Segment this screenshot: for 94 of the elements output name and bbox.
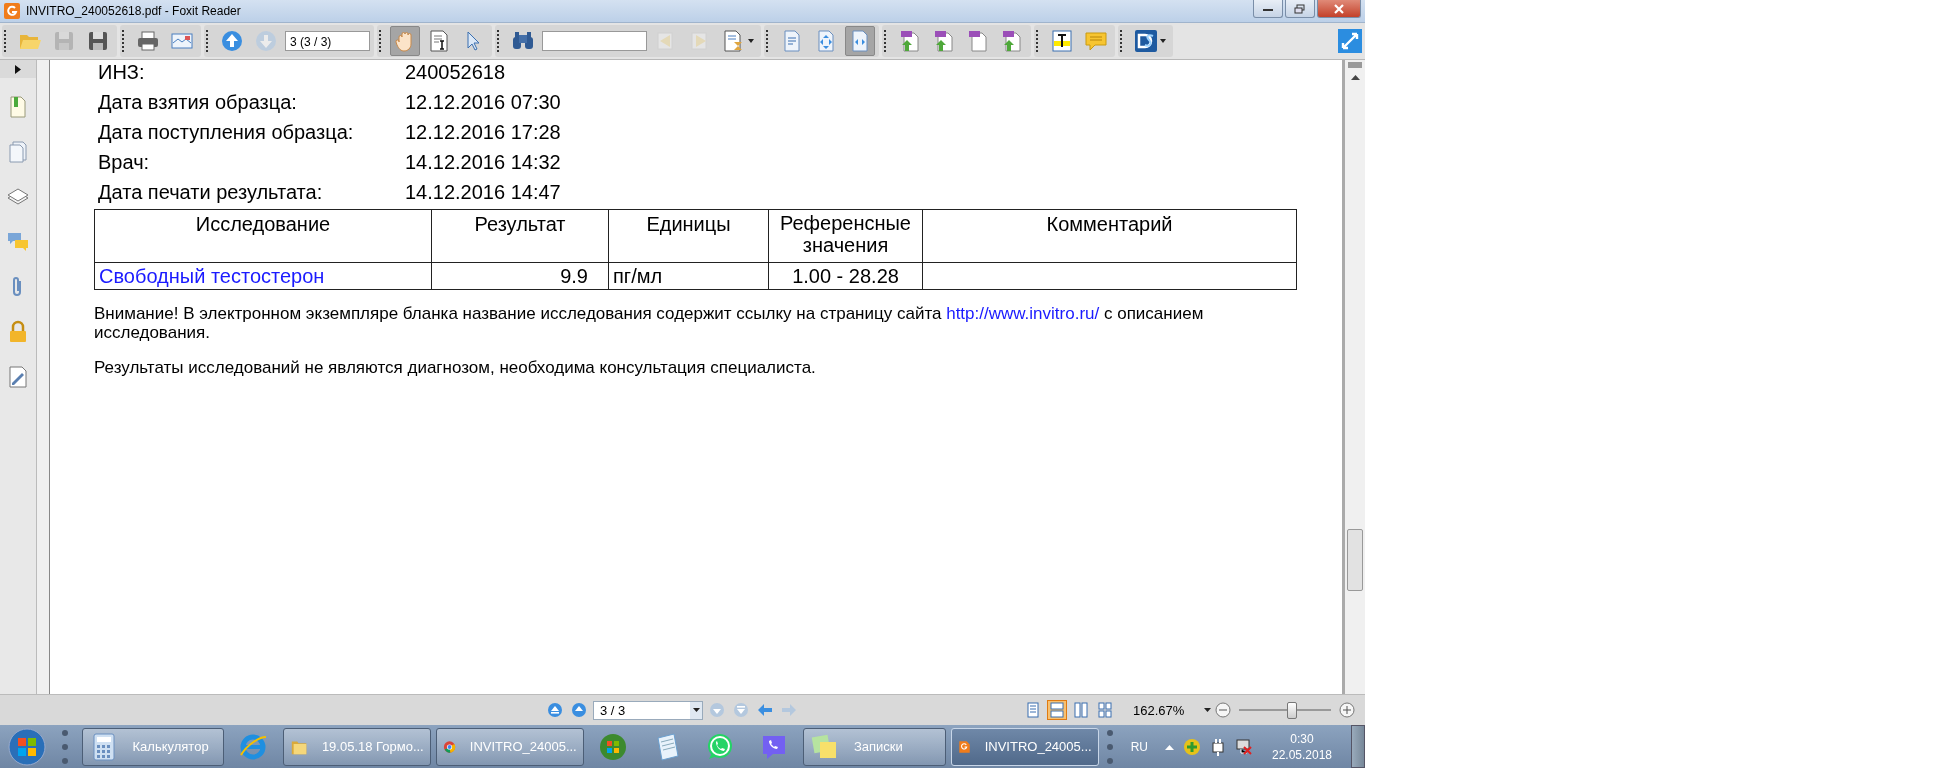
caret-icon (748, 39, 754, 43)
caret-icon (1204, 708, 1212, 712)
facing-pages-icon (1073, 702, 1089, 718)
arrow-up-circle-icon (571, 702, 587, 718)
speech-bubble-icon (1084, 29, 1108, 53)
pdf-document-icon (966, 29, 990, 53)
search-field[interactable] (542, 31, 647, 51)
taskbar-button[interactable]: 19.05.18 Гормо... (282, 727, 431, 766)
pdf-document-icon (898, 29, 922, 53)
first-page-button[interactable] (545, 700, 565, 720)
field-label: Дата печати результата: (98, 180, 323, 205)
minimize-button[interactable] (1253, 0, 1283, 18)
scrollbar-thumb[interactable] (1347, 529, 1363, 591)
table-cell: 1.00 - 28.28 (768, 262, 923, 290)
taskbar-button[interactable]: Записки (803, 727, 946, 766)
show-hidden-icons-icon[interactable] (1164, 743, 1174, 750)
close-icon (1333, 3, 1345, 14)
taskbar-button[interactable]: INVITRO_24005... (435, 727, 584, 766)
text-cursor-document-icon (427, 29, 451, 53)
column-header: Исследование (94, 209, 432, 263)
previous-page-button[interactable] (569, 700, 589, 720)
column-header: Единицы (608, 209, 769, 263)
last-page-icon (733, 702, 749, 718)
table-cell: пг/мл (608, 262, 769, 290)
split-handle-icon[interactable] (1348, 62, 1362, 68)
page-number-field[interactable]: 3 / 3 (593, 700, 703, 720)
power-plug-icon[interactable] (1209, 737, 1226, 756)
plus-badge-icon[interactable] (1182, 737, 1201, 756)
field-label: ИНЗ: (98, 60, 145, 85)
pages-icon[interactable] (6, 140, 30, 164)
website-link[interactable]: http://www.invitro.ru/ (946, 304, 1100, 323)
grid-pages-icon (1097, 702, 1113, 718)
page-number-field[interactable]: 3 (3 / 3) (285, 31, 370, 51)
notice-text: Внимание! В электронном экземпляре бланка название исследования содержит ссылку на страницу сайта http://www.invitro.ru/ с описанием исследования. (94, 304, 1205, 342)
field-value: 12.12.2016 17:28 (405, 120, 561, 145)
app-logo-icon (1134, 29, 1158, 53)
arrow-down-circle-icon (709, 702, 725, 718)
test-name-link[interactable]: Свободный тестостерон (94, 262, 432, 290)
show-desktop-button[interactable] (1351, 725, 1366, 768)
input-language[interactable]: RU (1130, 739, 1148, 754)
field-value: 14.12.2016 14:47 (405, 180, 561, 205)
clock-date: 22.05.2018 (1271, 746, 1333, 763)
zoom-slider[interactable] (1239, 701, 1332, 719)
facing-button[interactable] (1071, 700, 1091, 720)
zoom-dropdown-button[interactable] (1204, 708, 1212, 712)
page-dropdown-button[interactable] (690, 701, 702, 719)
field-label: Врач: (98, 150, 150, 175)
column-header: Референсные значения (768, 209, 923, 263)
scroll-up-icon[interactable] (1350, 74, 1360, 80)
zoom-level: 162.67% (1133, 702, 1185, 718)
windows-logo-icon (6, 726, 47, 767)
pdf-document-icon (932, 29, 956, 53)
printer-icon (136, 29, 160, 53)
first-page-icon (547, 702, 563, 718)
field-value: 12.12.2016 07:30 (405, 90, 561, 115)
continuous-facing-button[interactable] (1095, 700, 1115, 720)
notice-text: Результаты исследований не являются диагнозом, необходима консультация специалиста. (94, 358, 817, 377)
taskbar-button[interactable]: INVITRO_24005... (950, 727, 1099, 766)
arrow-up-circle-icon (220, 29, 244, 53)
arrow-down-circle-icon (254, 29, 278, 53)
right-arrow-icon (781, 702, 797, 718)
table-cell: 9.9 (431, 262, 609, 290)
restore-icon (1294, 3, 1306, 14)
fit-width-button[interactable] (845, 26, 875, 56)
text-tool-icon (1050, 29, 1074, 53)
continuous-button[interactable] (1047, 700, 1067, 720)
triangle-right-icon (15, 64, 21, 74)
signature-icon[interactable] (6, 365, 30, 389)
column-header: Комментарий (922, 209, 1297, 263)
caret-icon (692, 708, 700, 712)
slider-thumb[interactable] (1286, 702, 1297, 719)
caret-icon (1160, 39, 1166, 43)
field-value: 14.12.2016 14:32 (405, 150, 561, 175)
single-page-icon (1025, 702, 1041, 718)
panel-toggle-button[interactable] (0, 60, 36, 78)
continuous-pages-icon (1049, 702, 1065, 718)
diagonal-arrows-icon (1338, 29, 1362, 53)
taskbar-button[interactable]: Калькулятор (81, 727, 225, 766)
field-value: 240052618 (405, 60, 506, 85)
field-label: Дата поступления образца: (98, 120, 354, 145)
app-logo-icon (4, 3, 20, 19)
network-disconnected-icon[interactable] (1234, 737, 1253, 756)
plus-circle-icon (1339, 702, 1356, 718)
close-button[interactable] (1317, 0, 1361, 18)
minus-circle-icon (1215, 702, 1232, 718)
zoom-in-button[interactable] (1339, 702, 1356, 718)
pdf-document-icon (1000, 29, 1024, 53)
column-header: Результат (431, 209, 609, 263)
window-title: INVITRO_240052618.pdf - Foxit Reader (26, 4, 241, 18)
left-arrow-icon (757, 702, 773, 718)
field-label: Дата взятия образца: (98, 90, 297, 115)
clock-time: 0:30 (1290, 730, 1314, 747)
windows-logo-icon (598, 731, 628, 762)
fullscreen-button[interactable] (1337, 28, 1363, 54)
